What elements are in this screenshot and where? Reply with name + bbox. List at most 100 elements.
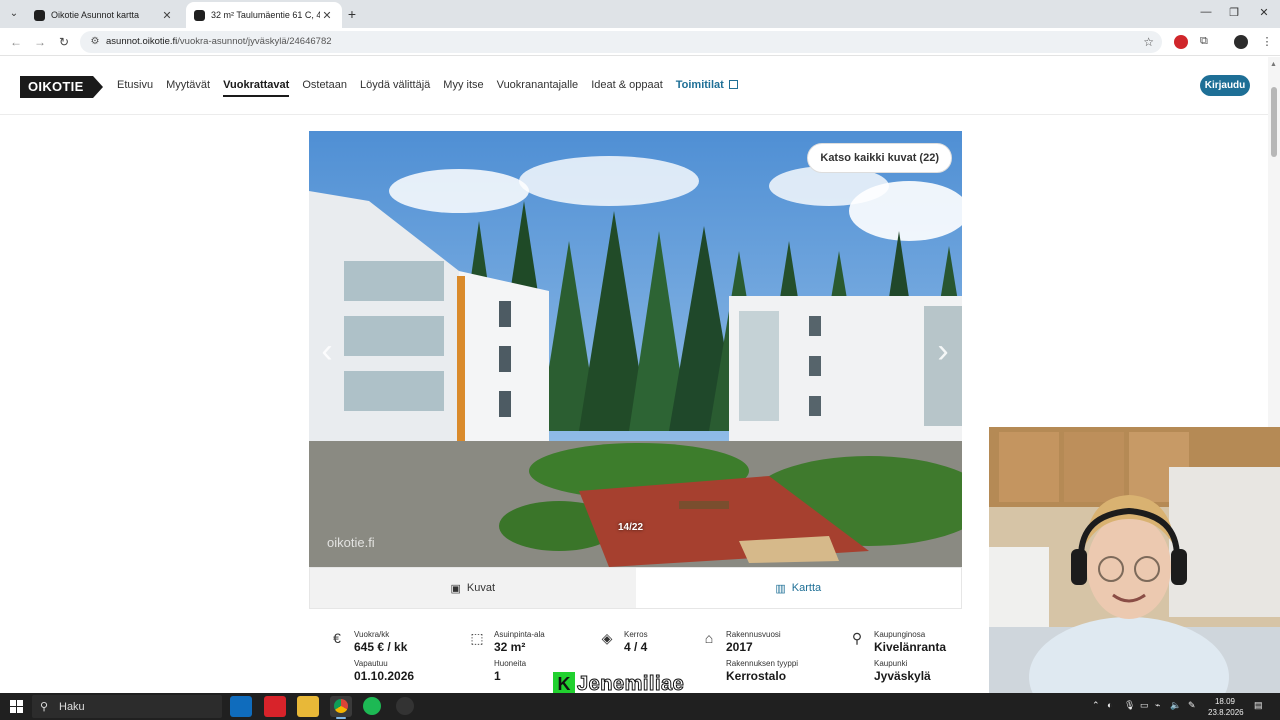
forward-arrow-icon[interactable]: →: [32, 34, 48, 50]
tab-kuvat[interactable]: ▣ Kuvat: [310, 568, 636, 608]
volume-icon[interactable]: 🔈: [1170, 700, 1181, 711]
fact-value: 4 / 4: [624, 640, 648, 654]
external-link-icon: [728, 80, 738, 89]
tab-kartta[interactable]: ▥ Kartta: [636, 568, 962, 608]
login-button[interactable]: Kirjaudu: [1200, 75, 1250, 96]
bookmark-star-icon[interactable]: ☆: [1143, 35, 1154, 49]
nav-item-myytavat[interactable]: Myytävät: [166, 79, 210, 97]
browser-tab-2[interactable]: 32 m² Taulumäentie 61 C, 40200 ✕: [186, 2, 342, 28]
main-nav: Etusivu Myytävät Vuokrattavat Ostetaan L…: [117, 79, 751, 97]
fact-value: Kivelänranta: [874, 640, 947, 654]
next-photo-arrow-icon[interactable]: ›: [931, 333, 955, 369]
browser-menu-icon[interactable]: ⋮: [1260, 35, 1274, 49]
fact-label: Rakennusvuosi: [726, 630, 781, 639]
chrome-app-icon[interactable]: [330, 696, 352, 719]
oikotie-logo[interactable]: OIKOTIE: [20, 76, 103, 98]
spotify-app-icon[interactable]: [363, 697, 381, 715]
start-windows-icon[interactable]: [10, 700, 23, 713]
nav-item-myy-itse[interactable]: Myy itse: [443, 79, 483, 97]
profile-avatar-icon[interactable]: [1234, 35, 1248, 49]
close-tab-icon[interactable]: ✕: [160, 9, 174, 22]
fact-value: 645 € / kk: [354, 640, 408, 654]
taskbar-search-label: Haku: [59, 701, 85, 713]
fact-label: Vapautuu: [354, 659, 388, 668]
nav-item-toimitilat[interactable]: Toimitilat: [676, 79, 738, 97]
browser-tab-2-label: 32 m² Taulumäentie 61 C, 40200: [211, 10, 320, 20]
media-tabs: ▣ Kuvat ▥ Kartta: [309, 567, 962, 609]
address-bar[interactable]: ⚙ asunnot.oikotie.fi/vuokra-asunnot/jyvä…: [80, 31, 1162, 53]
url-host: asunnot.oikotie.fi: [106, 36, 178, 47]
browser-toolbar: ← → ↻ ⚙ asunnot.oikotie.fi/vuokra-asunno…: [0, 28, 1280, 56]
tab-search-chevron-icon[interactable]: ⌄: [4, 4, 24, 24]
window-close-icon[interactable]: ✕: [1256, 6, 1272, 19]
euro-icon: €: [333, 630, 341, 646]
nav-item-vuokranantajalle[interactable]: Vuokranantajalle: [497, 79, 579, 97]
scrollbar-thumb[interactable]: [1271, 87, 1277, 157]
apartment-building-photo: [309, 131, 962, 567]
url-text[interactable]: asunnot.oikotie.fi/vuokra-asunnot/jyväsk…: [106, 36, 332, 47]
tray-app-icon[interactable]: ◐: [1107, 700, 1112, 710]
reload-icon[interactable]: ↻: [56, 34, 72, 50]
nav-item-vuokrattavat[interactable]: Vuokrattavat: [223, 79, 290, 97]
browser-tabstrip: ⌄ Oikotie Asunnot kartta ✕ 32 m² Taulumä…: [0, 0, 1280, 28]
tray-chevron-icon[interactable]: ⌃: [1092, 700, 1100, 711]
fact-value: 32 m²: [494, 640, 526, 654]
nav-item-loyda-valittaja[interactable]: Löydä välittäjä: [360, 79, 430, 97]
photo-gallery[interactable]: Katso kaikki kuvat (22) ‹ › 14/22 oikoti…: [309, 131, 962, 567]
taskbar-search[interactable]: ⚲ Haku: [32, 695, 222, 718]
previous-photo-arrow-icon[interactable]: ‹: [315, 333, 339, 369]
microphone-icon[interactable]: 🎙: [1124, 700, 1135, 711]
file-explorer-icon[interactable]: [297, 696, 319, 717]
tab-kartta-label: Kartta: [791, 582, 822, 594]
outlook-app-icon[interactable]: [230, 696, 252, 717]
fact-value: Jyväskylä: [874, 669, 931, 683]
close-tab-icon[interactable]: ✕: [320, 9, 334, 22]
webcam-video: [989, 427, 1280, 693]
new-tab-plus-icon[interactable]: +: [344, 6, 360, 22]
extensions-puzzle-icon[interactable]: ⧉: [1200, 35, 1214, 49]
extension-red-icon[interactable]: [1174, 35, 1188, 49]
restore-icon[interactable]: ❐: [1226, 6, 1242, 19]
site-info-icon[interactable]: ⚙: [88, 35, 102, 49]
oikotie-favicon-icon: [34, 9, 45, 21]
site-header: OIKOTIE Etusivu Myytävät Vuokrattavat Os…: [0, 57, 1268, 115]
tab-kuvat-label: Kuvat: [466, 582, 496, 594]
nav-item-toimitilat-label: Toimitilat: [675, 79, 724, 91]
clock-time: 18.09: [1214, 697, 1236, 706]
display-icon[interactable]: ▭: [1140, 700, 1149, 711]
back-arrow-icon[interactable]: ←: [8, 34, 24, 50]
l-app-icon[interactable]: [264, 696, 286, 717]
pen-icon[interactable]: ✎: [1188, 700, 1196, 711]
location-pin-icon: ⚲: [851, 630, 863, 646]
nav-item-ostetaan[interactable]: Ostetaan: [302, 79, 347, 97]
fact-label: Kaupunki: [874, 659, 908, 668]
layers-icon: ◈: [601, 630, 613, 646]
oikotie-favicon-icon: [194, 9, 205, 21]
windows-taskbar: ⚲ Haku ⌃ ◐ 🎙 ▭ ⌁ 🔈 ✎ 18.09 23.8.2026 ▤: [0, 693, 1280, 720]
fact-value: 2017: [726, 640, 753, 654]
scroll-up-arrow-icon[interactable]: ▲: [1270, 61, 1277, 68]
nav-item-ideat-oppaat[interactable]: Ideat & oppaat: [591, 79, 663, 97]
see-all-photos-button[interactable]: Katso kaikki kuvat (22): [807, 143, 952, 173]
map-icon: ▥: [775, 582, 786, 595]
obs-app-icon[interactable]: [396, 697, 414, 715]
browser-tab-1[interactable]: Oikotie Asunnot kartta ✕: [26, 2, 182, 28]
photo-watermark: oikotie.fi: [327, 535, 375, 550]
minimize-icon[interactable]: —: [1198, 6, 1214, 18]
fact-value: 1: [494, 669, 501, 683]
network-icon[interactable]: ⌁: [1155, 700, 1160, 711]
fact-value: Kerrostalo: [726, 669, 787, 683]
clock-date: 23.8.2026: [1208, 708, 1244, 717]
fact-label: Kerros: [624, 630, 648, 639]
webcam-overlay: [989, 427, 1280, 693]
fact-label: Rakennuksen tyyppi: [726, 659, 799, 668]
fact-label: Asuinpinta-ala: [494, 630, 545, 639]
notifications-icon[interactable]: ▤: [1254, 700, 1263, 711]
search-icon: ⚲: [40, 701, 49, 713]
taskbar-clock[interactable]: 18.09 23.8.2026: [1208, 696, 1244, 718]
photo-counter: 14/22: [618, 522, 644, 533]
nav-item-etusivu[interactable]: Etusivu: [117, 79, 153, 97]
house-icon: ⌂: [704, 630, 714, 646]
floor-plan-icon: ⬚: [470, 630, 484, 646]
browser-tab-1-label: Oikotie Asunnot kartta: [51, 10, 140, 20]
